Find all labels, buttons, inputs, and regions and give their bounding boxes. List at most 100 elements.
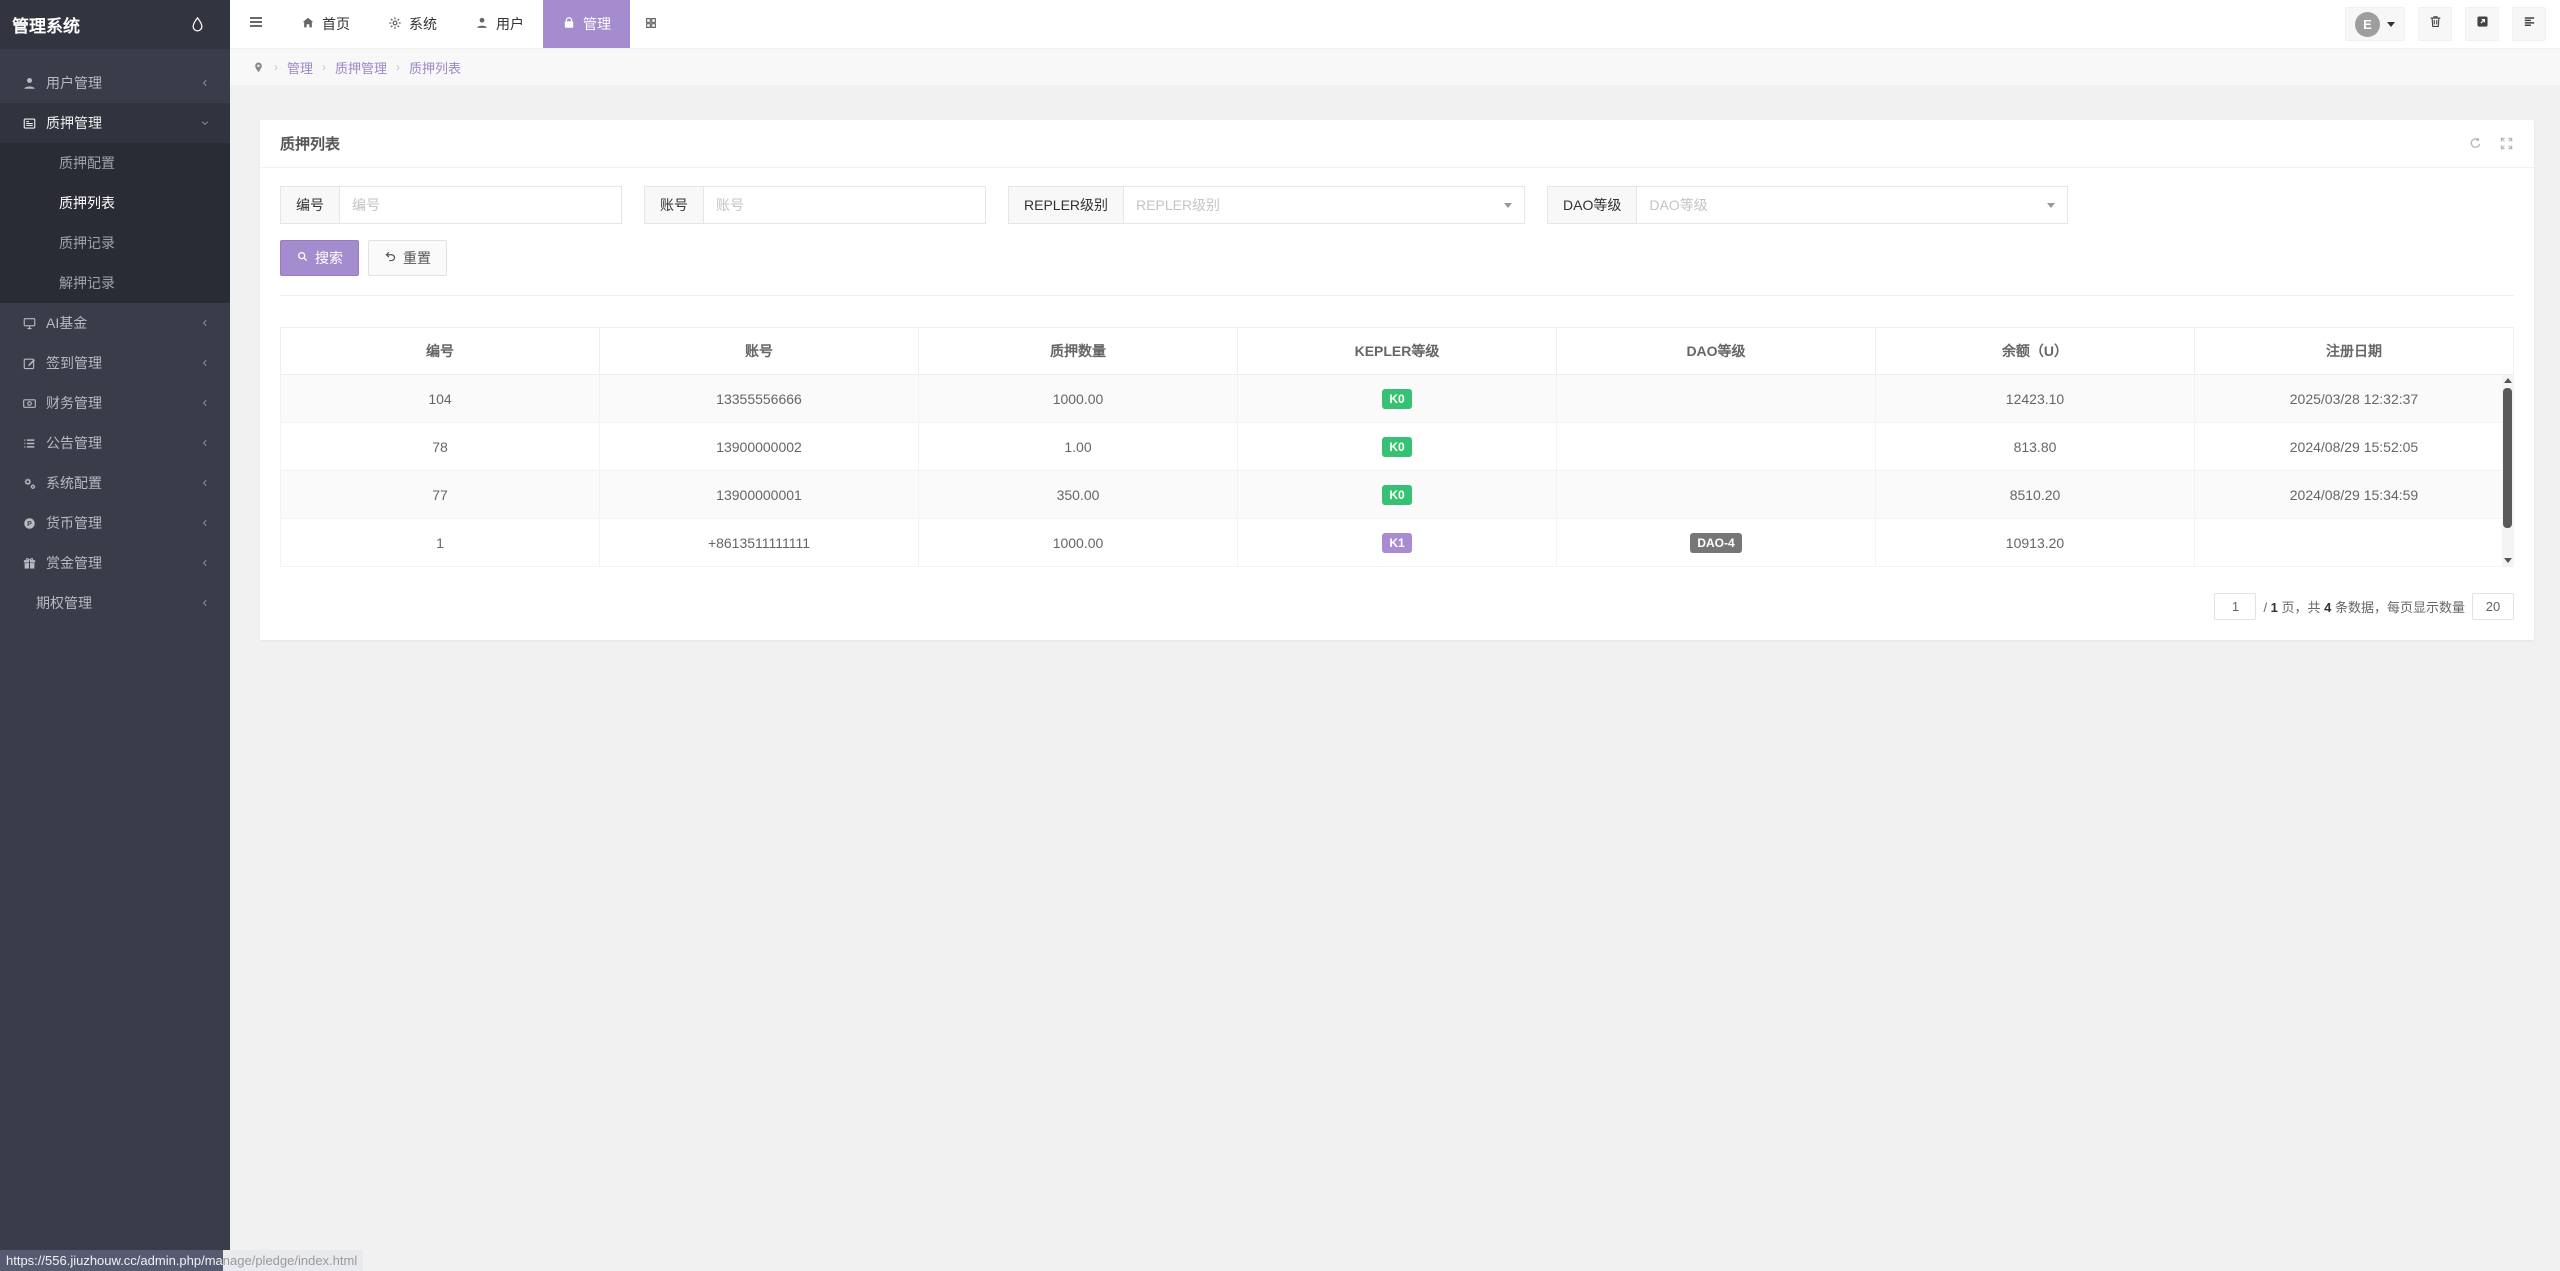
column-header: 注册日期	[2195, 328, 2514, 375]
kepler-level-badge: K0	[1382, 437, 1411, 457]
submenu-item-解押记录[interactable]: 解押记录	[0, 263, 230, 303]
search-button[interactable]: 搜索	[280, 240, 359, 276]
filter-row: 编号 账号 REPLER级别 REPLER级别	[280, 186, 2514, 224]
sidebar-group: 用户管理	[0, 63, 230, 103]
scroll-down-icon[interactable]	[2502, 555, 2513, 566]
filter-dao-label: DAO等级	[1547, 186, 1636, 224]
fullscreen-icon[interactable]	[2499, 136, 2514, 151]
sidebar-item-label: 期权管理	[36, 593, 92, 613]
dao-level-badge: DAO-4	[1690, 533, 1741, 553]
cell-kepler: K1	[1238, 519, 1557, 567]
tab-grid[interactable]	[630, 0, 672, 48]
sidebar-item-AI基金[interactable]: AI基金	[0, 303, 230, 343]
card-tools	[2468, 136, 2514, 151]
cell-date: 2024/08/29 15:34:59	[2195, 471, 2514, 519]
chevron-left-icon	[200, 598, 210, 608]
dao-level-select[interactable]: DAO等级	[1636, 186, 2068, 224]
cell-account: 13355556666	[600, 375, 919, 423]
cell-kepler: K0	[1238, 471, 1557, 519]
submenu-item-质押记录[interactable]: 质押记录	[0, 223, 230, 263]
breadcrumb-item[interactable]: 质押列表	[409, 58, 461, 77]
sidebar-menu: 用户管理质押管理质押配置质押列表质押记录解押记录 AI基金签到管理财务管理公告管理…	[0, 49, 230, 1271]
sidebar-group: 公告管理	[0, 423, 230, 463]
cell-balance: 12423.10	[1876, 375, 2195, 423]
clear-cache-button[interactable]	[2418, 7, 2452, 41]
reset-button[interactable]: 重置	[368, 240, 447, 276]
sidebar-item-赏金管理[interactable]: 赏金管理	[0, 543, 230, 583]
more-menu-button[interactable]	[2512, 7, 2546, 41]
button-row: 搜索 重置	[280, 240, 2514, 276]
reset-button-label: 重置	[403, 248, 431, 268]
page-title: 质押列表	[280, 133, 340, 154]
nav-tab-label: 系统	[409, 14, 437, 34]
refresh-icon[interactable]	[2468, 136, 2483, 151]
nav-tab-管理[interactable]: 管理	[543, 0, 630, 48]
cell-kepler: K0	[1238, 423, 1557, 471]
sidebar-toggle-button[interactable]	[230, 0, 282, 48]
nav-tab-首页[interactable]: 首页	[282, 0, 369, 48]
caret-down-icon	[2387, 22, 2395, 27]
column-header: DAO等级	[1557, 328, 1876, 375]
sidebar-item-货币管理[interactable]: P 货币管理	[0, 503, 230, 543]
cell-id: 1	[281, 519, 600, 567]
trash-icon	[2428, 14, 2443, 34]
select-caret-icon	[2047, 203, 2055, 208]
scroll-up-icon[interactable]	[2502, 375, 2513, 386]
admin-app: 管理系统 用户管理质押管理质押配置质押列表质押记录解押记录AI基金签到管理财务管…	[0, 0, 2560, 1271]
divider	[280, 295, 2514, 296]
chevron-left-icon	[200, 78, 210, 88]
nav-tab-label: 用户	[496, 14, 524, 34]
cell-account: +8613511111111	[600, 519, 919, 567]
sidebar-item-期权管理[interactable]: 期权管理	[0, 583, 230, 623]
open-external-button[interactable]	[2465, 7, 2499, 41]
top-navbar: 首页 系统 用户管理 E	[230, 0, 2560, 49]
user-menu-button[interactable]: E	[2345, 7, 2405, 41]
nav-tab-用户[interactable]: 用户	[456, 0, 543, 48]
column-header: 编号	[281, 328, 600, 375]
table-scrollbar[interactable]	[2502, 375, 2513, 566]
sidebar-item-label: AI基金	[46, 313, 87, 333]
kepler-level-select[interactable]: REPLER级别	[1123, 186, 1525, 224]
sidebar-item-财务管理[interactable]: 财务管理	[0, 383, 230, 423]
sidebar-item-label: 签到管理	[46, 353, 102, 373]
account-input[interactable]	[703, 186, 986, 224]
table-body: 104133555566661000.00K012423.102025/03/2…	[281, 375, 2514, 567]
column-header: 账号	[600, 328, 919, 375]
page-number-input[interactable]	[2214, 593, 2256, 620]
sidebar-item-label: 货币管理	[46, 513, 102, 533]
breadcrumb-item[interactable]: 质押管理	[335, 58, 387, 77]
column-header: 余额（U）	[1876, 328, 2195, 375]
status-url-rest: nage/pledge/index.html	[223, 1250, 363, 1271]
sidebar-item-质押管理[interactable]: 质押管理	[0, 103, 230, 143]
sidebar-item-label: 财务管理	[46, 393, 102, 413]
nav-tab-系统[interactable]: 系统	[369, 0, 456, 48]
pagination-text: / 1 页，共 4 条数据，每页显示数量	[2263, 597, 2465, 616]
sidebar-item-用户管理[interactable]: 用户管理	[0, 63, 230, 103]
sidebar-item-签到管理[interactable]: 签到管理	[0, 343, 230, 383]
id-input[interactable]	[339, 186, 622, 224]
scrollbar-thumb[interactable]	[2503, 388, 2512, 528]
droplet-icon	[189, 16, 206, 33]
sidebar-item-label: 质押管理	[46, 113, 102, 133]
coin-icon: P	[22, 516, 37, 531]
cell-balance: 10913.20	[1876, 519, 2195, 567]
cell-dao: DAO-4	[1557, 519, 1876, 567]
sidebar-group: P 货币管理	[0, 503, 230, 543]
status-url-highlight: https://556.jiuzhouw.cc/admin.php/ma	[0, 1250, 223, 1271]
svg-text:P: P	[27, 520, 32, 527]
undo-icon	[384, 250, 397, 266]
page-size-input[interactable]	[2472, 593, 2514, 620]
sidebar-item-label: 系统配置	[46, 473, 102, 493]
cell-dao	[1557, 423, 1876, 471]
search-icon	[296, 250, 309, 266]
breadcrumb-item[interactable]: 管理	[287, 58, 313, 77]
home-icon	[301, 16, 315, 33]
sidebar-item-label: 公告管理	[46, 433, 102, 453]
submenu-item-质押配置[interactable]: 质押配置	[0, 143, 230, 183]
sidebar-item-公告管理[interactable]: 公告管理	[0, 423, 230, 463]
breadcrumb-separator: ›	[274, 60, 278, 74]
table-header-row: 编号账号质押数量KEPLER等级DAO等级余额（U）注册日期	[281, 328, 2514, 375]
submenu-item-质押列表[interactable]: 质押列表	[0, 183, 230, 223]
sidebar-item-系统配置[interactable]: 系统配置	[0, 463, 230, 503]
cell-id: 78	[281, 423, 600, 471]
